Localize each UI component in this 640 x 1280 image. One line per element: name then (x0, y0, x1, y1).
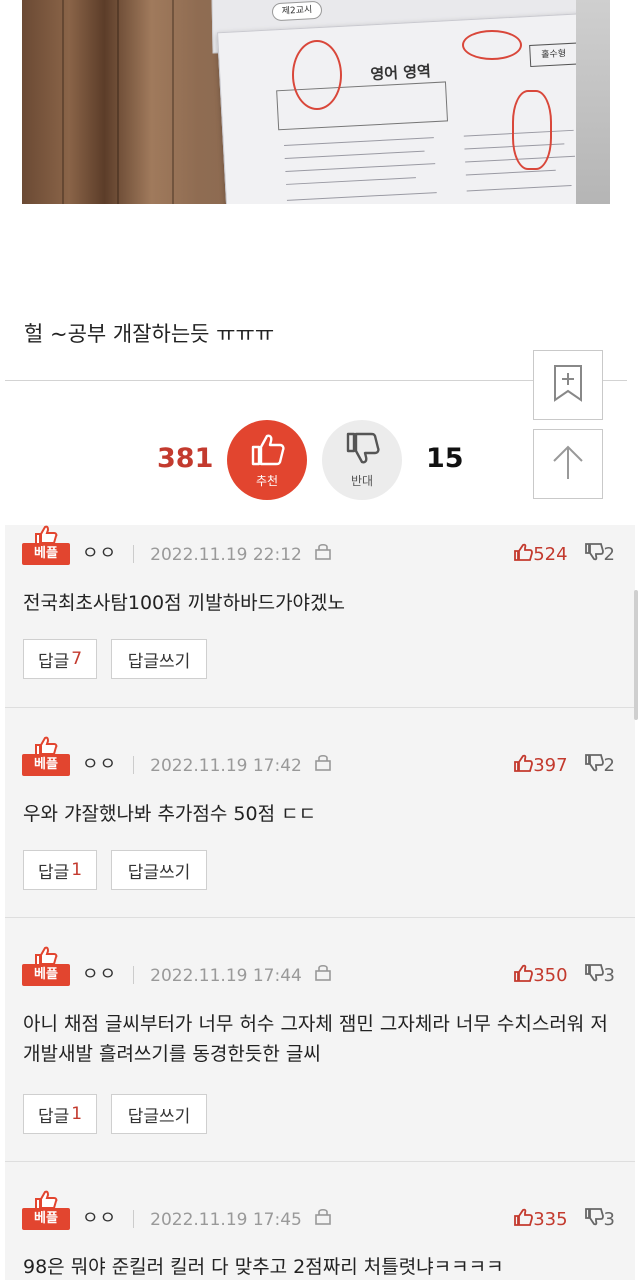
thumbs-down-icon (584, 1208, 604, 1231)
thumbs-down-icon (584, 964, 604, 987)
comment-date: 2022.11.19 17:42 (150, 756, 302, 776)
exam-paper: 영어 영역 홀수형 (217, 11, 610, 204)
thumbs-up-icon (513, 754, 534, 777)
comment-item: 베플 ㅇㅇ 2022.11.19 22:12 524 2 전국최초사탐100점 … (5, 525, 635, 708)
exam-paper-title: 영어 영역 (369, 62, 432, 84)
view-replies-button[interactable]: 답글 7 (23, 639, 97, 679)
comment-like-button[interactable]: 524 (513, 543, 568, 566)
comment-text: 98은 뭐야 준킬러 킬러 다 맞추고 2점짜리 처틀렷냐ㅋㅋㅋㅋ (23, 1256, 504, 1278)
comment-author[interactable]: ㅇㅇ (82, 750, 117, 776)
thumbs-down-icon (584, 754, 604, 777)
comment-date: 2022.11.19 17:45 (150, 1210, 302, 1230)
scrollbar[interactable] (634, 590, 638, 720)
view-replies-button[interactable]: 답글 1 (23, 1094, 97, 1134)
comment-text: 우와 갸잘했나봐 추가점수 50점 ㄷㄷ (23, 803, 317, 825)
comment-item: 베플 ㅇㅇ 2022.11.19 17:45 335 3 98은 뭐야 준킬러 … (5, 1162, 635, 1280)
comment-date: 2022.11.19 22:12 (150, 545, 302, 565)
bookmark-plus-icon (553, 364, 583, 406)
comment-date: 2022.11.19 17:44 (150, 966, 302, 986)
lock-icon (314, 1207, 332, 1229)
downvote-button[interactable]: 반대 (322, 420, 402, 500)
post-body-text: 헐 ~공부 개잘하는듯 ㅠㅠㅠ (24, 322, 275, 346)
lock-icon (314, 542, 332, 564)
thumbs-up-icon (513, 964, 534, 987)
write-reply-button[interactable]: 답글쓰기 (111, 850, 207, 890)
bookmark-button[interactable] (533, 350, 603, 420)
scroll-top-button[interactable] (533, 429, 603, 499)
comment-item: 베플 ㅇㅇ 2022.11.19 17:42 397 2 우와 갸잘했나봐 추가… (5, 708, 635, 918)
thumbs-down-icon (344, 432, 380, 470)
thumbs-up-icon (513, 1208, 534, 1231)
lock-icon (314, 963, 332, 985)
best-comment-badge: 베플 (22, 525, 70, 565)
best-comment-badge: 베플 (22, 1190, 70, 1230)
comment-like-button[interactable]: 397 (513, 754, 568, 777)
comment-report-button[interactable]: 2 (584, 754, 615, 777)
upvote-count: 381 (157, 443, 214, 474)
comment-like-button[interactable]: 335 (513, 1208, 568, 1231)
upvote-label: 추천 (255, 473, 279, 488)
comment-report-button[interactable]: 2 (584, 543, 615, 566)
best-comments-list: 베플 ㅇㅇ 2022.11.19 22:12 524 2 전국최초사탐100점 … (5, 525, 635, 1280)
thumbs-up-icon (513, 543, 534, 566)
view-replies-button[interactable]: 답글 1 (23, 850, 97, 890)
comment-text: 아니 채점 글씨부터가 너무 허수 그자체 잼민 그자체라 너무 수치스러워 저… (23, 1013, 608, 1065)
comment-report-button[interactable]: 3 (584, 964, 615, 987)
downvote-count: 15 (426, 443, 464, 474)
thumbs-up-icon (249, 432, 285, 470)
comment-item: 베플 ㅇㅇ 2022.11.19 17:44 350 3 아니 채점 글씨부터가… (5, 918, 635, 1162)
downvote-label: 반대 (350, 473, 374, 488)
upvote-button[interactable]: 추천 (227, 420, 307, 500)
best-comment-badge: 베플 (22, 736, 70, 776)
write-reply-button[interactable]: 답글쓰기 (111, 1094, 207, 1134)
arrow-up-icon (551, 443, 585, 485)
best-comment-badge: 베플 (22, 946, 70, 986)
comment-like-button[interactable]: 350 (513, 964, 568, 987)
comment-text: 전국최초사탐100점 끼발하바드가야겠노 (23, 592, 345, 614)
thumbs-down-icon (584, 543, 604, 566)
write-reply-button[interactable]: 답글쓰기 (111, 639, 207, 679)
post-photo: 제2교시 영어 영역 홀수형 (22, 0, 610, 204)
comment-author[interactable]: ㅇㅇ (82, 539, 117, 565)
comment-report-button[interactable]: 3 (584, 1208, 615, 1231)
comment-author[interactable]: ㅇㅇ (82, 1204, 117, 1230)
comment-author[interactable]: ㅇㅇ (82, 960, 117, 986)
exam-period-tab: 제2교시 (271, 0, 323, 22)
lock-icon (314, 753, 332, 775)
exam-paper-badge: 홀수형 (529, 42, 579, 67)
